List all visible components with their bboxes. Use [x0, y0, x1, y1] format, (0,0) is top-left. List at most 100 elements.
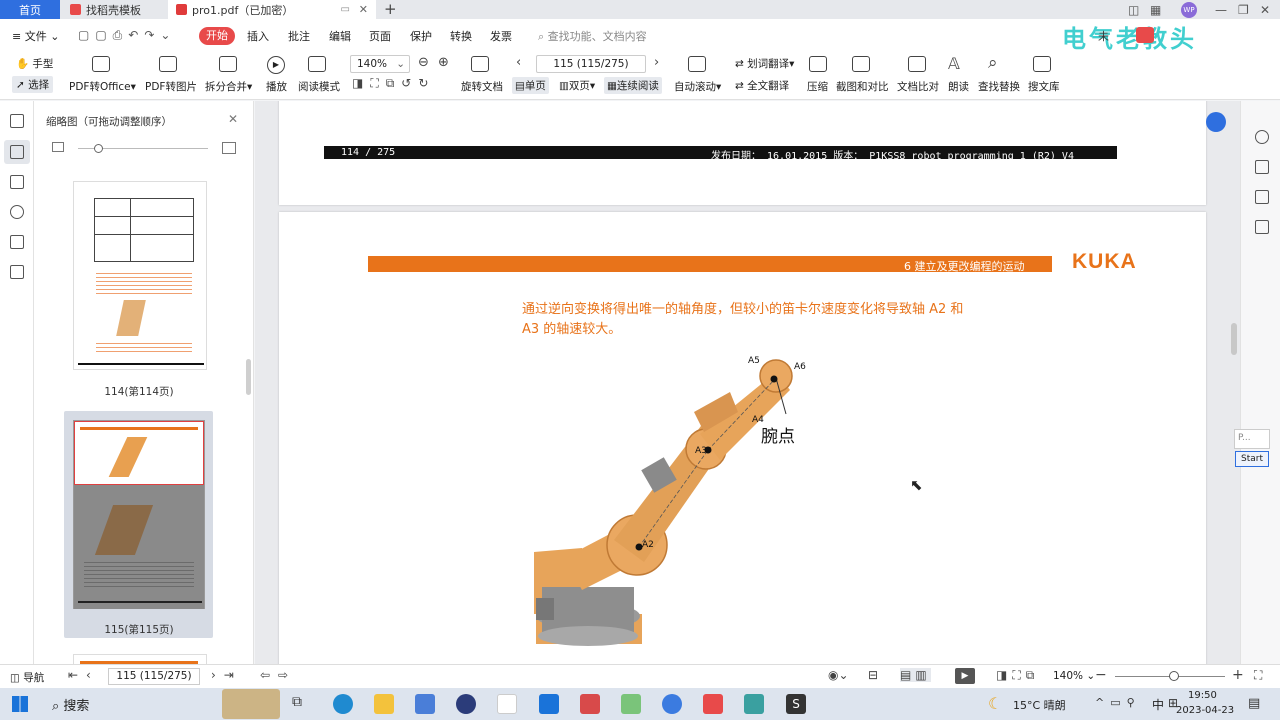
tab-start[interactable]: 开始	[199, 27, 235, 45]
history-icons[interactable]: ⇦⇨	[260, 668, 296, 682]
app-icon-s[interactable]: S	[786, 694, 806, 714]
search-lib-button[interactable]: 搜文库	[1028, 79, 1060, 94]
word-translate-button[interactable]: ⇄ 划词翻译▾	[735, 56, 794, 71]
tab-annotate[interactable]: 批注	[288, 28, 310, 44]
play-button[interactable]: 播放	[266, 79, 287, 94]
file-menu[interactable]: ≡ 文件 ⌄	[12, 28, 59, 44]
taskbar-search[interactable]: ⌕ 搜索	[52, 695, 89, 714]
zoom-out-icon[interactable]: ⊖	[418, 55, 429, 70]
prev-page-icon[interactable]: ‹	[516, 55, 521, 70]
zoom-slider-handle[interactable]	[1169, 671, 1179, 681]
app-icon-6[interactable]	[744, 694, 764, 714]
doc-compare-button[interactable]: 文档比对	[897, 79, 939, 94]
restore-icon[interactable]: ❐	[1238, 0, 1249, 19]
app-icon-3[interactable]	[580, 694, 600, 714]
compare-side-icon[interactable]	[1255, 220, 1269, 234]
status-page-field[interactable]: 115 (115/275)	[108, 668, 200, 685]
tab-template[interactable]: 找稻壳模板	[62, 0, 166, 19]
tab-page[interactable]: 页面	[369, 28, 391, 44]
tab-close-icon[interactable]: ✕	[359, 3, 368, 16]
search-box[interactable]: ⌕ 查找功能、文档内容	[538, 28, 647, 44]
first-prev-icons[interactable]: ⇤‹	[68, 668, 99, 682]
tab-document[interactable]: pro1.pdf（已加密） ▭ ✕	[168, 0, 376, 19]
notification-icon[interactable]: ▤	[1248, 696, 1260, 711]
next-last-icons[interactable]: ›⇥	[211, 668, 242, 682]
clock-time[interactable]: 19:50	[1188, 690, 1217, 701]
next-page-icon[interactable]: ›	[654, 55, 659, 70]
thumbnail-page-114[interactable]	[73, 181, 207, 370]
tab-convert[interactable]: 转换	[450, 28, 472, 44]
screenshot-compare-button[interactable]: 截图和对比	[836, 79, 889, 94]
select-tool[interactable]: ➚ 选择	[12, 76, 54, 93]
store-icon[interactable]	[415, 694, 435, 714]
translate-side-icon[interactable]	[1255, 160, 1269, 174]
thumbnail-scrollbar[interactable]	[246, 359, 251, 395]
layers-icon[interactable]	[10, 265, 24, 279]
ime-indicator[interactable]: 中	[1152, 696, 1164, 713]
status-zoom-out[interactable]: −	[1095, 667, 1107, 683]
app-icon-5[interactable]	[662, 694, 682, 714]
fit-width-icon[interactable]: ⊟	[868, 668, 878, 682]
new-tab-button[interactable]: +	[384, 0, 397, 18]
navigation-button[interactable]: ◫ 导航	[10, 670, 44, 685]
full-translate-button[interactable]: ⇄ 全文翻译	[735, 78, 789, 93]
read-aloud-button[interactable]: 朗读	[948, 79, 969, 94]
settings-sliders-icon[interactable]	[1255, 190, 1269, 204]
panel-close-icon[interactable]: ✕	[228, 112, 238, 126]
rotate-doc-button[interactable]: 旋转文档	[461, 79, 503, 94]
quick-access-icons[interactable]: ▢▢⎙↶↷⌄	[78, 28, 176, 43]
single-page-button[interactable]: ▤单页	[512, 77, 549, 94]
thumb-size-handle[interactable]	[94, 144, 103, 153]
find-replace-button[interactable]: 查找替换	[978, 79, 1020, 94]
start-button[interactable]: Start	[1235, 451, 1269, 467]
tab-protect[interactable]: 保护	[410, 28, 432, 44]
wps-icon[interactable]	[703, 694, 723, 714]
locate-icon[interactable]	[1255, 130, 1269, 144]
app-icon-4[interactable]	[621, 694, 641, 714]
zoom-select[interactable]: 140% ⌄	[350, 55, 410, 73]
tab-share[interactable]: 发票	[490, 28, 512, 44]
tab-insert[interactable]: 插入	[247, 28, 269, 44]
split-merge-button[interactable]: 拆分合并▾	[205, 79, 252, 94]
clock-date[interactable]: 2023-04-23	[1176, 705, 1234, 716]
close-window-icon[interactable]: ✕	[1260, 0, 1270, 19]
fullscreen-icon[interactable]: ⛶	[1254, 668, 1262, 683]
play-status-icon[interactable]: ▶	[955, 668, 975, 684]
edge-icon[interactable]	[333, 694, 353, 714]
fit-icons[interactable]: ◨⛶⧉	[996, 668, 1039, 683]
minimize-icon[interactable]: —	[1215, 0, 1227, 19]
pdf-to-image-button[interactable]: PDF转图片	[145, 79, 197, 94]
ai-assistant-icon[interactable]	[1206, 112, 1226, 132]
layout-icon[interactable]: ◫	[1128, 0, 1139, 19]
bookmark-icon[interactable]	[10, 114, 24, 128]
thumbnail-page-116[interactable]	[73, 654, 207, 664]
zoom-in-icon[interactable]: ⊕	[438, 55, 449, 70]
continuous-read-button[interactable]: ▦连续阅读	[604, 77, 662, 94]
file-explorer-icon[interactable]	[374, 694, 394, 714]
attachment-icon[interactable]	[10, 205, 24, 219]
task-view-icon[interactable]: ⧉	[292, 694, 302, 710]
document-scrollbar[interactable]	[1231, 323, 1237, 355]
tab-float-icon[interactable]: ▭	[341, 4, 350, 15]
double-page-button[interactable]: ▥双页▾	[559, 78, 595, 93]
weather-text[interactable]: 15°C 晴朗	[1013, 697, 1066, 713]
red-badge-icon[interactable]	[1136, 27, 1154, 43]
app-icon-1[interactable]	[456, 694, 476, 714]
hand-tool[interactable]: ✋ 手型	[16, 56, 53, 71]
eye-protection-icon[interactable]: ◉⌄	[828, 668, 849, 682]
compress-button[interactable]: 压缩	[807, 79, 828, 94]
status-zoom-in[interactable]: +	[1232, 667, 1244, 683]
tab-home[interactable]: 首页	[0, 0, 60, 19]
read-mode-button[interactable]: 阅读模式	[298, 79, 340, 94]
avatar[interactable]: WP	[1181, 2, 1197, 18]
signature-icon[interactable]	[10, 235, 24, 249]
view-fit-icons[interactable]: ◨⛶⧉↺↻	[352, 76, 435, 91]
windows-start-icon[interactable]	[12, 696, 28, 712]
tab-edit[interactable]: 编辑	[329, 28, 351, 44]
mail-icon[interactable]	[539, 694, 559, 714]
status-zoom-select[interactable]: 140% ⌄	[1053, 670, 1095, 682]
tray-icons[interactable]: ^▭⚲	[1095, 696, 1141, 709]
app-icon-2[interactable]	[497, 694, 517, 714]
side-widget-p[interactable]: P...	[1234, 429, 1270, 449]
auto-scroll-button[interactable]: 自动滚动▾	[674, 79, 721, 94]
